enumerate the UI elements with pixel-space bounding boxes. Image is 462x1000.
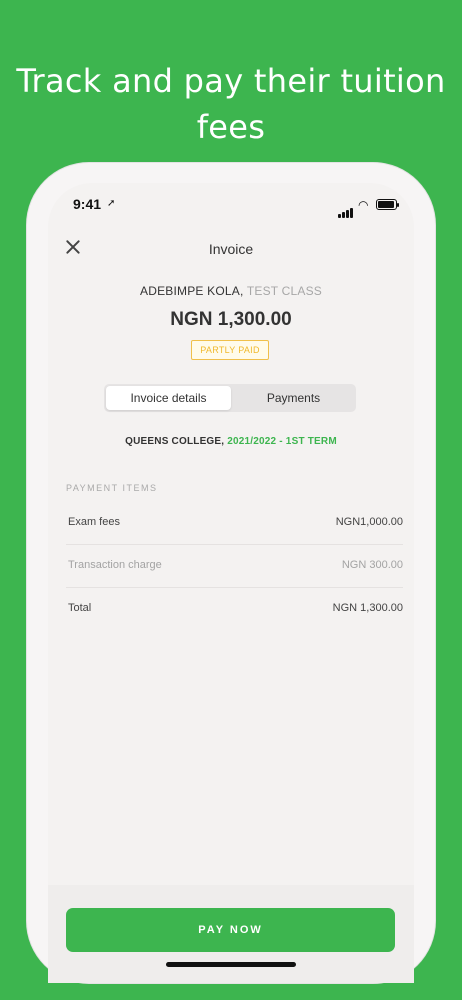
- section-label: PAYMENT ITEMS: [66, 483, 158, 493]
- status-badge: PARTLY PAID: [191, 340, 269, 360]
- invoice-amount: NGN 1,300.00: [170, 309, 292, 330]
- student-name: ADEBIMPE KOLA,: [140, 284, 244, 298]
- school-term: QUEENS COLLEGE, 2021/2022 - 1ST TERM: [48, 436, 414, 447]
- total-value: NGN 1,300.00: [332, 602, 403, 614]
- signal-icon: [338, 200, 354, 218]
- status-time: 9:41: [73, 196, 102, 212]
- home-indicator: [166, 962, 296, 967]
- school-name: QUEENS COLLEGE,: [125, 436, 225, 447]
- item-label: Transaction charge: [68, 559, 162, 571]
- tab-payments[interactable]: Payments: [231, 386, 356, 410]
- total-label: Total: [68, 602, 92, 614]
- promo-headline: Track and pay their tuition fees: [16, 62, 446, 146]
- tab-invoice-details[interactable]: Invoice details: [106, 386, 231, 410]
- item-label: Exam fees: [68, 516, 120, 528]
- page-title: Invoice: [208, 241, 254, 257]
- item-value: NGN1,000.00: [335, 516, 403, 528]
- tab-bar: Invoice details Payments: [104, 384, 356, 412]
- location-icon: ➚: [107, 198, 116, 209]
- class-name: TEST CLASS: [246, 284, 322, 298]
- term-label: 2021/2022 - 1ST TERM: [227, 436, 337, 447]
- battery-icon: [376, 199, 399, 210]
- student-info: ADEBIMPE KOLA, TEST CLASS: [48, 284, 414, 298]
- wifi-icon: ◠: [358, 198, 369, 212]
- status-bar: 9:41 ➚ ◠: [48, 183, 414, 225]
- list-item: Exam fees NGN1,000.00: [66, 501, 403, 545]
- item-value: NGN 300.00: [341, 559, 403, 571]
- list-item: Transaction charge NGN 300.00: [66, 544, 403, 588]
- app-screen: 9:41 ➚ ◠ Invoice ADEBIMPE KOLA, TEST CLA…: [48, 183, 414, 983]
- list-item-total: Total NGN 1,300.00: [66, 587, 403, 630]
- pay-now-button[interactable]: PAY NOW: [66, 908, 395, 952]
